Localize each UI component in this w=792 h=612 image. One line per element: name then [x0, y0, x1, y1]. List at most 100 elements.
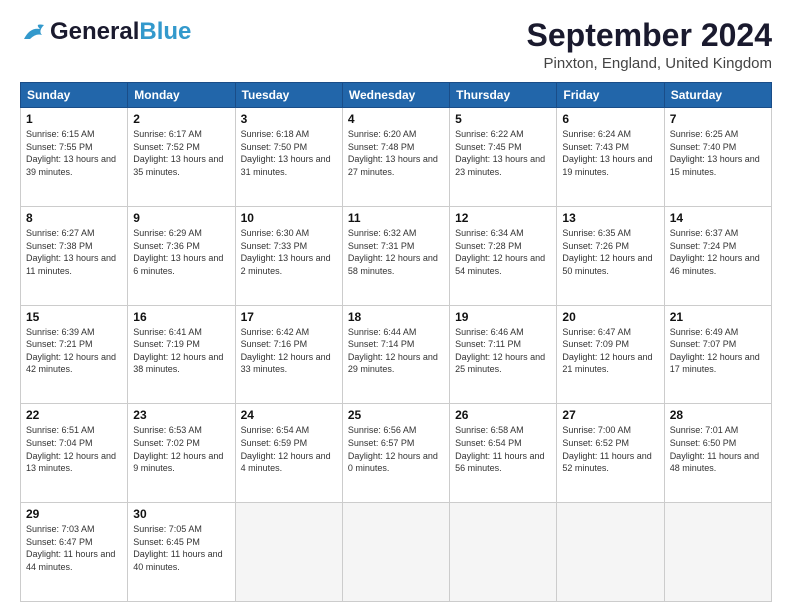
table-row: [450, 503, 557, 602]
cell-info: Sunrise: 6:25 AM Sunset: 7:40 PM Dayligh…: [670, 128, 766, 178]
logo-text: GeneralBlue: [50, 18, 191, 45]
table-row: [235, 503, 342, 602]
table-row: 9 Sunrise: 6:29 AM Sunset: 7:36 PM Daylig…: [128, 206, 235, 305]
calendar-table: Sunday Monday Tuesday Wednesday Thursday…: [20, 82, 772, 602]
cell-info: Sunrise: 7:05 AM Sunset: 6:45 PM Dayligh…: [133, 523, 229, 573]
table-row: 3Sunrise: 6:18 AM Sunset: 7:50 PM Daylig…: [235, 108, 342, 207]
table-row: 26 Sunrise: 6:58 AM Sunset: 6:54 PM Dayli…: [450, 404, 557, 503]
day-number: 8: [26, 211, 122, 225]
cell-info: Sunrise: 6:17 AM Sunset: 7:52 PM Dayligh…: [133, 128, 229, 178]
cell-info: Sunrise: 6:37 AM Sunset: 7:24 PM Dayligh…: [670, 227, 766, 277]
day-number: 15: [26, 310, 122, 324]
table-row: [557, 503, 664, 602]
day-number: 5: [455, 112, 551, 126]
logo-blue: Blue: [139, 18, 191, 45]
table-row: 4 Sunrise: 6:20 AM Sunset: 7:48 PM Daylig…: [342, 108, 449, 207]
table-row: 20 Sunrise: 6:47 AM Sunset: 7:09 PM Dayli…: [557, 305, 664, 404]
table-row: 19 Sunrise: 6:46 AM Sunset: 7:11 PM Dayli…: [450, 305, 557, 404]
table-row: 5Sunrise: 6:22 AM Sunset: 7:45 PM Daylig…: [450, 108, 557, 207]
cell-info: Sunrise: 6:20 AM Sunset: 7:48 PM Dayligh…: [348, 128, 444, 178]
cell-info: Sunrise: 6:35 AM Sunset: 7:26 PM Dayligh…: [562, 227, 658, 277]
table-row: 24 Sunrise: 6:54 AM Sunset: 6:59 PM Dayli…: [235, 404, 342, 503]
day-number: 20: [562, 310, 658, 324]
table-row: 13 Sunrise: 6:35 AM Sunset: 7:26 PM Dayli…: [557, 206, 664, 305]
day-number: 9: [133, 211, 229, 225]
table-row: 22 Sunrise: 6:51 AM Sunset: 7:04 PM Dayli…: [21, 404, 128, 503]
day-number: 14: [670, 211, 766, 225]
month-title: September 2024: [527, 18, 772, 53]
cell-info: Sunrise: 6:51 AM Sunset: 7:04 PM Dayligh…: [26, 424, 122, 474]
cell-info: Sunrise: 6:15 AM Sunset: 7:55 PM Dayligh…: [26, 128, 122, 178]
cell-info: Sunrise: 6:46 AM Sunset: 7:11 PM Dayligh…: [455, 326, 551, 376]
day-number: 13: [562, 211, 658, 225]
table-row: 21Sunrise: 6:49 AM Sunset: 7:07 PM Dayli…: [664, 305, 771, 404]
table-row: 15Sunrise: 6:39 AM Sunset: 7:21 PM Dayli…: [21, 305, 128, 404]
cell-info: Sunrise: 6:27 AM Sunset: 7:38 PM Dayligh…: [26, 227, 122, 277]
day-number: 4: [348, 112, 444, 126]
cell-info: Sunrise: 6:44 AM Sunset: 7:14 PM Dayligh…: [348, 326, 444, 376]
day-number: 30: [133, 507, 229, 521]
calendar-week-row: 22 Sunrise: 6:51 AM Sunset: 7:04 PM Dayli…: [21, 404, 772, 503]
table-row: 14 Sunrise: 6:37 AM Sunset: 7:24 PM Dayli…: [664, 206, 771, 305]
header: GeneralBlue September 2024 Pinxton, Engl…: [20, 18, 772, 72]
table-row: 18 Sunrise: 6:44 AM Sunset: 7:14 PM Dayli…: [342, 305, 449, 404]
day-number: 6: [562, 112, 658, 126]
table-row: 28Sunrise: 7:01 AM Sunset: 6:50 PM Dayli…: [664, 404, 771, 503]
table-row: 2 Sunrise: 6:17 AM Sunset: 7:52 PM Daylig…: [128, 108, 235, 207]
day-number: 24: [241, 408, 337, 422]
location: Pinxton, England, United Kingdom: [527, 55, 772, 72]
day-number: 22: [26, 408, 122, 422]
cell-info: Sunrise: 6:34 AM Sunset: 7:28 PM Dayligh…: [455, 227, 551, 277]
day-number: 25: [348, 408, 444, 422]
calendar-week-row: 15Sunrise: 6:39 AM Sunset: 7:21 PM Dayli…: [21, 305, 772, 404]
day-number: 19: [455, 310, 551, 324]
day-number: 27: [562, 408, 658, 422]
table-row: 8 Sunrise: 6:27 AM Sunset: 7:38 PM Daylig…: [21, 206, 128, 305]
day-number: 10: [241, 211, 337, 225]
day-number: 1: [26, 112, 122, 126]
table-row: 6 Sunrise: 6:24 AM Sunset: 7:43 PM Daylig…: [557, 108, 664, 207]
day-number: 28: [670, 408, 766, 422]
table-row: 29 Sunrise: 7:03 AM Sunset: 6:47 PM Dayli…: [21, 503, 128, 602]
day-number: 18: [348, 310, 444, 324]
table-row: [664, 503, 771, 602]
cell-info: Sunrise: 6:53 AM Sunset: 7:02 PM Dayligh…: [133, 424, 229, 474]
table-row: 27Sunrise: 7:00 AM Sunset: 6:52 PM Dayli…: [557, 404, 664, 503]
day-number: 29: [26, 507, 122, 521]
cell-info: Sunrise: 6:41 AM Sunset: 7:19 PM Dayligh…: [133, 326, 229, 376]
day-number: 26: [455, 408, 551, 422]
table-row: 1 Sunrise: 6:15 AM Sunset: 7:55 PM Daylig…: [21, 108, 128, 207]
day-number: 2: [133, 112, 229, 126]
title-section: September 2024 Pinxton, England, United …: [527, 18, 772, 72]
table-row: 30 Sunrise: 7:05 AM Sunset: 6:45 PM Dayli…: [128, 503, 235, 602]
cell-info: Sunrise: 6:30 AM Sunset: 7:33 PM Dayligh…: [241, 227, 337, 277]
calendar-header-row: Sunday Monday Tuesday Wednesday Thursday…: [21, 83, 772, 108]
cell-info: Sunrise: 6:32 AM Sunset: 7:31 PM Dayligh…: [348, 227, 444, 277]
page: GeneralBlue September 2024 Pinxton, Engl…: [0, 0, 792, 612]
cell-info: Sunrise: 6:24 AM Sunset: 7:43 PM Dayligh…: [562, 128, 658, 178]
day-number: 7: [670, 112, 766, 126]
cell-info: Sunrise: 6:47 AM Sunset: 7:09 PM Dayligh…: [562, 326, 658, 376]
cell-info: Sunrise: 6:18 AM Sunset: 7:50 PM Dayligh…: [241, 128, 337, 178]
table-row: 11 Sunrise: 6:32 AM Sunset: 7:31 PM Dayli…: [342, 206, 449, 305]
table-row: 12 Sunrise: 6:34 AM Sunset: 7:28 PM Dayli…: [450, 206, 557, 305]
cell-info: Sunrise: 7:03 AM Sunset: 6:47 PM Dayligh…: [26, 523, 122, 573]
logo-icon: [20, 21, 48, 43]
logo: GeneralBlue: [20, 18, 191, 46]
col-saturday: Saturday: [664, 83, 771, 108]
table-row: [342, 503, 449, 602]
cell-info: Sunrise: 6:29 AM Sunset: 7:36 PM Dayligh…: [133, 227, 229, 277]
cell-info: Sunrise: 6:42 AM Sunset: 7:16 PM Dayligh…: [241, 326, 337, 376]
cell-info: Sunrise: 6:54 AM Sunset: 6:59 PM Dayligh…: [241, 424, 337, 474]
calendar-week-row: 1 Sunrise: 6:15 AM Sunset: 7:55 PM Daylig…: [21, 108, 772, 207]
cell-info: Sunrise: 6:58 AM Sunset: 6:54 PM Dayligh…: [455, 424, 551, 474]
cell-info: Sunrise: 6:56 AM Sunset: 6:57 PM Dayligh…: [348, 424, 444, 474]
day-number: 12: [455, 211, 551, 225]
table-row: 23Sunrise: 6:53 AM Sunset: 7:02 PM Dayli…: [128, 404, 235, 503]
col-wednesday: Wednesday: [342, 83, 449, 108]
table-row: 10 Sunrise: 6:30 AM Sunset: 7:33 PM Dayli…: [235, 206, 342, 305]
table-row: 16Sunrise: 6:41 AM Sunset: 7:19 PM Dayli…: [128, 305, 235, 404]
cell-info: Sunrise: 6:49 AM Sunset: 7:07 PM Dayligh…: [670, 326, 766, 376]
day-number: 11: [348, 211, 444, 225]
table-row: 25 Sunrise: 6:56 AM Sunset: 6:57 PM Dayli…: [342, 404, 449, 503]
